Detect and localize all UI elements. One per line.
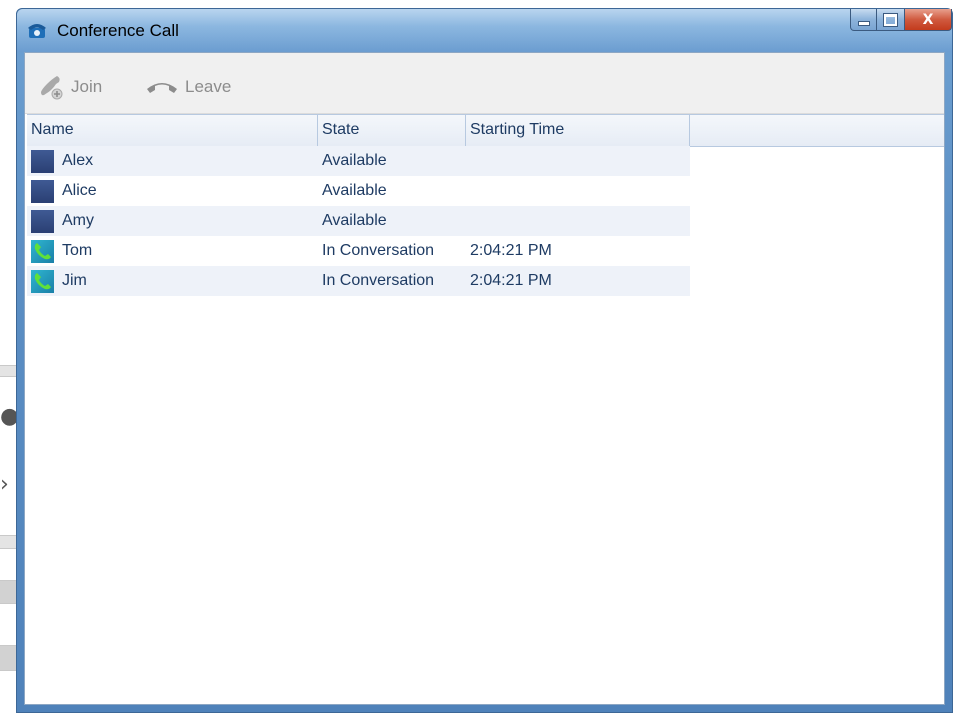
minimize-button[interactable]: [850, 9, 877, 31]
participant-start-time: 2:04:21 PM: [470, 242, 552, 259]
close-button[interactable]: X: [905, 9, 952, 31]
available-status-icon: [31, 149, 54, 173]
column-header-state[interactable]: State: [318, 115, 466, 146]
column-header-starting-time[interactable]: Starting Time: [466, 115, 690, 146]
phone-join-icon: [41, 76, 63, 100]
participant-name-cell: Alice: [27, 176, 318, 206]
maximize-button[interactable]: [877, 9, 905, 31]
available-status-icon: [31, 179, 54, 203]
participant-state: In Conversation: [322, 242, 435, 259]
maximize-icon: [883, 12, 898, 27]
leave-label: Leave: [185, 77, 232, 96]
available-status-icon: [31, 209, 54, 233]
participant-start-time: [466, 176, 690, 206]
participant-name-cell: Amy: [27, 206, 318, 236]
participant-name: Jim: [62, 272, 87, 289]
participant-name: Tom: [62, 242, 93, 259]
table-row[interactable]: Jim In Conversation 2:04:21 PM: [27, 266, 690, 296]
column-header-filler: [690, 115, 944, 146]
participant-state: Available: [322, 152, 387, 169]
participant-start-time: [466, 206, 690, 236]
phone-icon: [27, 20, 47, 40]
window-client-area: Join Leave Name State Starting Time Alex: [24, 52, 945, 705]
in-conversation-status-icon: [31, 239, 54, 263]
table-row[interactable]: Tom In Conversation 2:04:21 PM: [27, 236, 690, 266]
participant-name-cell: Tom: [27, 236, 318, 266]
participant-list: Alex Available Alice Available Amy Avail…: [27, 146, 690, 296]
background-chat-icon: ●: [0, 404, 20, 429]
in-conversation-status-icon: [31, 269, 54, 293]
participant-name-cell: Alex: [27, 146, 318, 176]
participant-state: Available: [322, 212, 387, 229]
hang-up-icon: [147, 83, 177, 93]
background-chevron-icon: ›: [0, 472, 9, 497]
table-row[interactable]: Alice Available: [27, 176, 690, 206]
participant-name-cell: Jim: [27, 266, 318, 296]
participant-state: In Conversation: [322, 272, 435, 289]
minimize-icon: [857, 21, 870, 26]
window-title: Conference Call: [57, 21, 179, 40]
column-header-name[interactable]: Name: [27, 115, 318, 146]
participant-start-time: [466, 146, 690, 176]
participant-name: Alice: [62, 182, 97, 199]
title-bar[interactable]: Conference Call X: [17, 9, 952, 52]
conference-call-window: Conference Call X Join Leave Name State …: [16, 8, 953, 713]
toolbar: Join Leave: [25, 53, 944, 114]
table-row[interactable]: Alex Available: [27, 146, 690, 176]
table-row[interactable]: Amy Available: [27, 206, 690, 236]
participant-name: Amy: [62, 212, 94, 229]
participant-name: Alex: [62, 152, 94, 169]
caption-buttons: X: [850, 9, 952, 31]
participant-start-time: 2:04:21 PM: [470, 272, 552, 289]
leave-button[interactable]: Leave: [145, 73, 231, 101]
close-icon: X: [922, 11, 934, 28]
grid-header: Name State Starting Time: [27, 114, 944, 147]
join-label: Join: [71, 77, 103, 96]
join-button[interactable]: Join: [39, 73, 102, 101]
participant-state: Available: [322, 182, 387, 199]
